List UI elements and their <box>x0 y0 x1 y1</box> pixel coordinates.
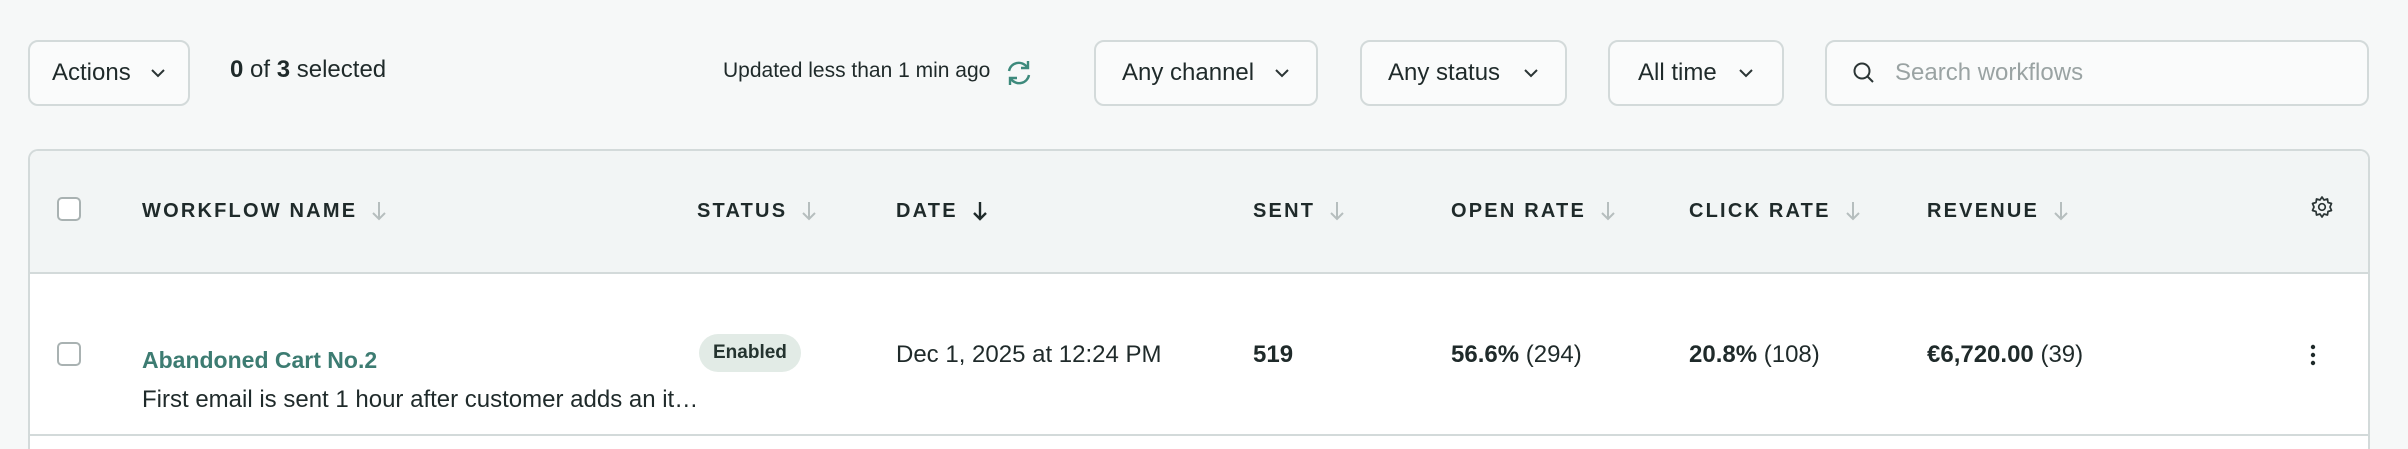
time-filter-label: All time <box>1638 59 1717 86</box>
workflow-description: First email is sent 1 hour after custome… <box>142 386 702 413</box>
revenue-count: (39) <box>2040 341 2084 368</box>
status-badge: Enabled <box>699 334 801 372</box>
table-header: WORKFLOW NAME STATUS DATE SENT OPEN RATE… <box>30 151 2368 274</box>
row-checkbox[interactable] <box>57 342 81 366</box>
arrow-down-icon <box>1330 202 1344 221</box>
updated-status: Updated less than 1 min ago <box>723 59 991 82</box>
arrow-down-icon <box>802 202 816 221</box>
arrow-down-icon <box>1845 202 1860 221</box>
sent-cell: 519 <box>1253 341 1293 369</box>
workflow-name-link[interactable]: Abandoned Cart No.2 <box>142 347 377 374</box>
arrow-down-icon <box>2054 202 2068 221</box>
chevron-down-icon <box>1274 68 1290 78</box>
column-header-date[interactable]: DATE <box>896 199 988 223</box>
workflows-table: WORKFLOW NAME STATUS DATE SENT OPEN RATE… <box>28 149 2370 449</box>
channel-filter-label: Any channel <box>1122 59 1255 86</box>
column-header-sent[interactable]: SENT <box>1253 199 1345 223</box>
selection-count: 0 of 3 selected <box>230 56 386 84</box>
chevron-down-icon <box>1738 68 1754 78</box>
actions-label: Actions <box>52 59 131 86</box>
chevron-down-icon <box>150 68 166 78</box>
revenue-cell: €6,720.00 (39) <box>1927 341 2083 369</box>
column-label: STATUS <box>697 199 788 222</box>
time-filter[interactable]: All time <box>1608 40 1784 106</box>
selected-number: 0 <box>230 56 244 83</box>
search-box[interactable] <box>1825 40 2369 106</box>
column-label: SENT <box>1253 199 1316 222</box>
click-count: (108) <box>1763 341 1820 368</box>
sent-value: 519 <box>1253 341 1294 368</box>
column-header-click-rate[interactable]: CLICK RATE <box>1689 199 1861 223</box>
search-input[interactable] <box>1893 58 2337 88</box>
toolbar: Actions 0 of 3 selected Updated less tha… <box>0 0 2408 148</box>
open-count: (294) <box>1525 341 1582 368</box>
column-header-revenue[interactable]: REVENUE <box>1927 199 2069 223</box>
channel-filter[interactable]: Any channel <box>1094 40 1318 106</box>
column-header-open-rate[interactable]: OPEN RATE <box>1451 199 1616 223</box>
arrow-down-icon <box>372 202 386 221</box>
click-rate-cell: 20.8% (108) <box>1689 341 1820 369</box>
arrow-down-icon <box>1601 202 1615 221</box>
select-all-checkbox[interactable] <box>57 197 81 221</box>
search-icon <box>1851 60 1877 86</box>
gear-icon[interactable] <box>2310 195 2334 224</box>
revenue-value: €6,720.00 <box>1927 341 2034 368</box>
actions-dropdown[interactable]: Actions <box>28 40 190 106</box>
column-label: CLICK RATE <box>1689 199 1831 222</box>
status-filter[interactable]: Any status <box>1360 40 1567 106</box>
total-number: 3 <box>276 56 291 83</box>
click-rate-value: 20.8% <box>1689 341 1758 368</box>
column-label: DATE <box>896 199 958 222</box>
open-rate-value: 56.6% <box>1451 341 1520 368</box>
column-header-status[interactable]: STATUS <box>697 199 817 223</box>
selected-suffix: selected <box>296 56 387 83</box>
column-label: WORKFLOW NAME <box>142 199 358 222</box>
arrow-down-icon <box>972 202 987 221</box>
column-label: OPEN RATE <box>1451 199 1586 222</box>
selected-of: of <box>250 56 271 83</box>
date-cell: Dec 1, 2025 at 12:24 PM <box>896 341 1162 368</box>
open-rate-cell: 56.6% (294) <box>1451 341 1582 369</box>
column-header-name[interactable]: WORKFLOW NAME <box>142 199 387 223</box>
chevron-down-icon <box>1523 68 1539 78</box>
column-label: REVENUE <box>1927 199 2040 222</box>
status-filter-label: Any status <box>1388 59 1501 86</box>
more-vertical-icon[interactable] <box>2307 342 2319 373</box>
refresh-icon[interactable] <box>1004 58 1034 93</box>
